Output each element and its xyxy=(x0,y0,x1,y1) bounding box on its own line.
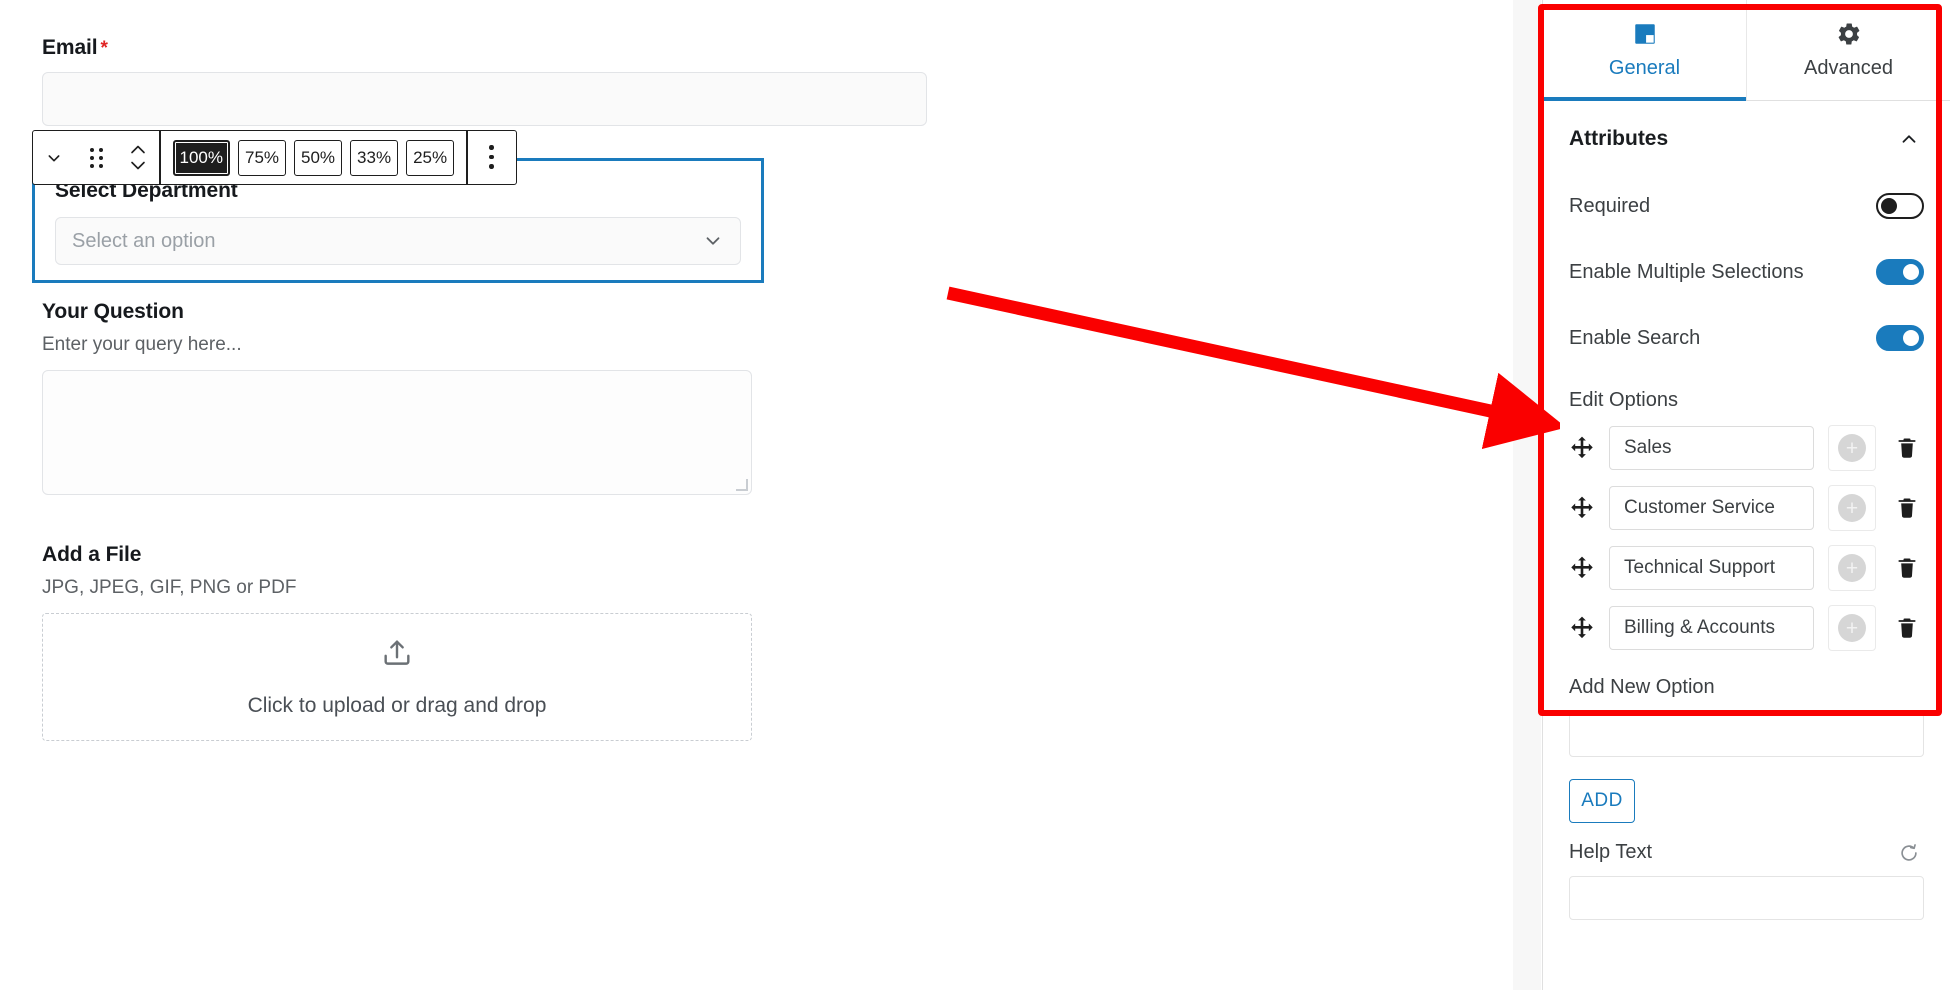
width-option-100[interactable]: 100% xyxy=(172,139,230,176)
your-question-help: Enter your query here... xyxy=(42,334,242,355)
width-option-75[interactable]: 75% xyxy=(237,139,287,176)
required-label: Required xyxy=(1569,194,1651,217)
toggle-knob xyxy=(1903,264,1919,280)
toggle-knob xyxy=(1903,330,1919,346)
your-question-label: Your Question xyxy=(42,300,184,323)
property-row-required: Required xyxy=(1543,173,1950,239)
email-label: Email * xyxy=(42,36,942,60)
add-a-file-label: Add a File xyxy=(42,543,142,566)
tab-general[interactable]: General xyxy=(1543,0,1747,101)
file-dropzone[interactable]: Click to upload or drag and drop xyxy=(42,613,752,741)
screenshot-root: Email * 100% 75% 50% 33% 25% Select Depa… xyxy=(0,0,1950,990)
chevron-down-icon xyxy=(706,237,720,245)
option-add-button[interactable]: + xyxy=(1828,605,1876,651)
settings-panel: General Advanced Attributes Required Ena… xyxy=(1542,0,1950,990)
add-new-option-input[interactable] xyxy=(1569,713,1924,757)
enable-search-label: Enable Search xyxy=(1569,326,1701,349)
option-delete-button[interactable] xyxy=(1890,491,1924,525)
trash-icon xyxy=(1898,558,1916,578)
option-row: Billing & Accounts + xyxy=(1543,598,1950,658)
email-field-block: Email * xyxy=(42,36,942,126)
your-question-textarea[interactable] xyxy=(42,370,752,495)
option-delete-button[interactable] xyxy=(1890,431,1924,465)
plus-icon: + xyxy=(1838,494,1866,522)
option-add-button[interactable]: + xyxy=(1828,485,1876,531)
property-row-enable-search: Enable Search xyxy=(1543,305,1950,371)
option-add-button[interactable]: + xyxy=(1828,425,1876,471)
property-row-enable-multiple-selections: Enable Multiple Selections xyxy=(1543,239,1950,305)
block-toolbar-left-group xyxy=(33,131,159,184)
option-input[interactable]: Sales xyxy=(1609,426,1814,470)
help-text-label: Help Text xyxy=(1569,841,1653,863)
option-row: Sales + xyxy=(1543,418,1950,478)
option-delete-button[interactable] xyxy=(1890,551,1924,585)
block-toolbar: 100% 75% 50% 33% 25% xyxy=(32,130,517,185)
plus-icon: + xyxy=(1838,434,1866,462)
option-row: Technical Support + xyxy=(1543,538,1950,598)
help-text-header: Help Text xyxy=(1543,823,1950,864)
move-up-down-icon[interactable] xyxy=(117,132,159,184)
panel-tabs: General Advanced xyxy=(1543,0,1950,101)
move-arrows-icon[interactable] xyxy=(1569,615,1595,641)
help-text-input[interactable] xyxy=(1569,876,1924,920)
tab-advanced-label: Advanced xyxy=(1804,56,1893,79)
canvas-scrollbar-track[interactable] xyxy=(1513,0,1541,990)
add-option-button[interactable]: ADD xyxy=(1569,779,1635,823)
tab-general-label: General xyxy=(1608,56,1681,79)
width-options-group: 100% 75% 50% 33% 25% xyxy=(161,131,467,184)
move-arrows-icon[interactable] xyxy=(1569,495,1595,521)
form-canvas: Email * 100% 75% 50% 33% 25% Select Depa… xyxy=(0,0,1510,990)
block-type-chevron-down-icon[interactable] xyxy=(33,132,75,184)
gear-icon xyxy=(1838,22,1859,45)
move-arrows-icon[interactable] xyxy=(1569,435,1595,461)
enable-multiple-selections-label: Enable Multiple Selections xyxy=(1569,260,1804,283)
select-department-dropdown[interactable]: Select an option xyxy=(55,217,741,265)
width-option-33[interactable]: 33% xyxy=(350,139,399,176)
trash-icon xyxy=(1898,438,1916,458)
enable-search-toggle[interactable] xyxy=(1876,325,1924,351)
block-square-icon xyxy=(1634,23,1655,44)
email-input[interactable] xyxy=(42,72,927,126)
required-asterisk: * xyxy=(100,38,108,59)
add-a-file-block: Add a File JPG, JPEG, GIF, PNG or PDF Cl… xyxy=(42,543,942,741)
option-row: Customer Service + xyxy=(1543,478,1950,538)
option-input[interactable]: Billing & Accounts xyxy=(1609,606,1814,650)
option-input[interactable]: Technical Support xyxy=(1609,546,1814,590)
plus-icon: + xyxy=(1838,614,1866,642)
drag-dots-icon[interactable] xyxy=(75,132,117,184)
option-delete-button[interactable] xyxy=(1890,611,1924,645)
width-option-50[interactable]: 50% xyxy=(294,139,343,176)
attributes-section-header[interactable]: Attributes xyxy=(1543,101,1950,173)
move-arrows-icon[interactable] xyxy=(1569,555,1595,581)
chevron-up-icon[interactable] xyxy=(1898,128,1920,150)
select-department-placeholder: Select an option xyxy=(72,229,216,252)
option-input[interactable]: Customer Service xyxy=(1609,486,1814,530)
file-dropzone-text: Click to upload or drag and drop xyxy=(247,694,547,717)
add-a-file-help: JPG, JPEG, GIF, PNG or PDF xyxy=(42,577,297,598)
edit-options-label: Edit Options xyxy=(1569,389,1678,411)
email-label-text: Email xyxy=(42,36,98,59)
more-vertical-icon[interactable] xyxy=(468,131,516,183)
plus-icon: + xyxy=(1838,554,1866,582)
enable-multiple-selections-toggle[interactable] xyxy=(1876,259,1924,285)
your-question-block: Your Question Enter your query here... xyxy=(42,300,942,495)
reset-icon[interactable] xyxy=(1898,842,1920,864)
upload-icon xyxy=(384,640,410,665)
width-option-25[interactable]: 25% xyxy=(406,139,455,176)
option-add-button[interactable]: + xyxy=(1828,545,1876,591)
tab-advanced[interactable]: Advanced xyxy=(1747,0,1950,100)
required-toggle[interactable] xyxy=(1876,193,1924,219)
trash-icon xyxy=(1898,618,1916,638)
attributes-title: Attributes xyxy=(1569,127,1669,150)
add-new-option-label: Add New Option xyxy=(1569,676,1715,698)
trash-icon xyxy=(1898,498,1916,518)
toggle-knob xyxy=(1881,198,1897,214)
